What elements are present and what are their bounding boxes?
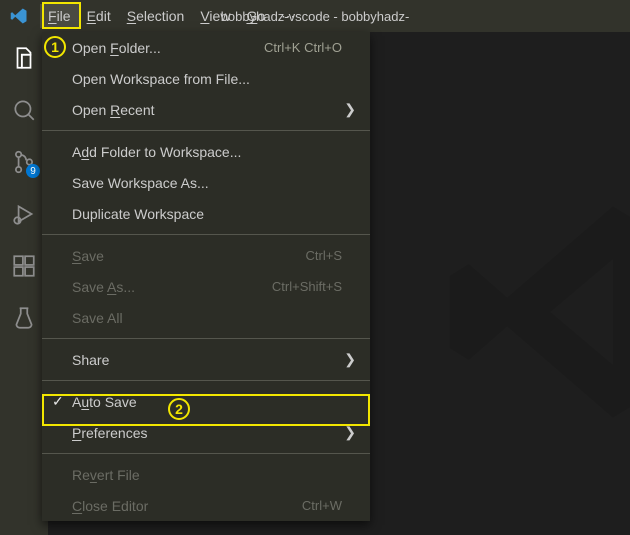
- menu-view[interactable]: View: [192, 4, 238, 28]
- check-icon: ✓: [52, 393, 64, 410]
- menu-separator: [42, 338, 370, 339]
- menu-item-close-editor: Close Editor Ctrl+W: [42, 490, 370, 521]
- chevron-right-icon: ❯: [344, 424, 356, 441]
- menu-go[interactable]: Go: [238, 4, 273, 28]
- search-icon[interactable]: [10, 96, 38, 124]
- menu-item-open-folder[interactable]: Open Folder... Ctrl+K Ctrl+O: [42, 32, 370, 63]
- menu-item-auto-save[interactable]: ✓ Auto Save: [42, 386, 370, 417]
- shortcut-label: Ctrl+W: [302, 498, 342, 513]
- vscode-watermark-icon: [440, 192, 630, 432]
- menu-item-open-workspace-from-file[interactable]: Open Workspace from File...: [42, 63, 370, 94]
- menu-item-share[interactable]: Share ❯: [42, 344, 370, 375]
- shortcut-label: Ctrl+Shift+S: [272, 279, 342, 294]
- menu-item-save-all: Save All: [42, 302, 370, 333]
- menu-separator: [42, 380, 370, 381]
- menu-bar: File Edit Selection View Go ⋯: [40, 4, 305, 29]
- menu-selection[interactable]: Selection: [119, 4, 193, 28]
- extensions-icon[interactable]: [10, 252, 38, 280]
- source-control-icon[interactable]: 9: [10, 148, 38, 176]
- titlebar: File Edit Selection View Go ⋯ bobbyhadz-…: [0, 0, 630, 32]
- activity-bar: 9: [0, 32, 48, 535]
- vscode-logo-icon: [10, 7, 28, 25]
- chevron-right-icon: ❯: [344, 351, 356, 368]
- menu-overflow[interactable]: ⋯: [273, 4, 305, 29]
- menu-separator: [42, 130, 370, 131]
- menu-edit[interactable]: Edit: [79, 4, 119, 28]
- run-debug-icon[interactable]: [10, 200, 38, 228]
- file-dropdown-menu: Open Folder... Ctrl+K Ctrl+O Open Worksp…: [42, 32, 370, 521]
- menu-item-save-as: Save As... Ctrl+Shift+S: [42, 271, 370, 302]
- shortcut-label: Ctrl+K Ctrl+O: [264, 40, 342, 55]
- menu-item-open-recent[interactable]: Open Recent ❯: [42, 94, 370, 125]
- menu-item-save-workspace-as[interactable]: Save Workspace As...: [42, 167, 370, 198]
- menu-separator: [42, 234, 370, 235]
- shortcut-label: Ctrl+S: [306, 248, 342, 263]
- menu-item-duplicate-workspace[interactable]: Duplicate Workspace: [42, 198, 370, 229]
- menu-file[interactable]: File: [40, 4, 79, 28]
- menu-item-preferences[interactable]: Preferences ❯: [42, 417, 370, 448]
- chevron-right-icon: ❯: [344, 101, 356, 118]
- menu-item-revert-file: Revert File: [42, 459, 370, 490]
- explorer-icon[interactable]: [10, 44, 38, 72]
- menu-separator: [42, 453, 370, 454]
- menu-item-add-folder-to-workspace[interactable]: Add Folder to Workspace...: [42, 136, 370, 167]
- menu-item-save: Save Ctrl+S: [42, 240, 370, 271]
- testing-icon[interactable]: [10, 304, 38, 332]
- scm-badge: 9: [26, 164, 40, 178]
